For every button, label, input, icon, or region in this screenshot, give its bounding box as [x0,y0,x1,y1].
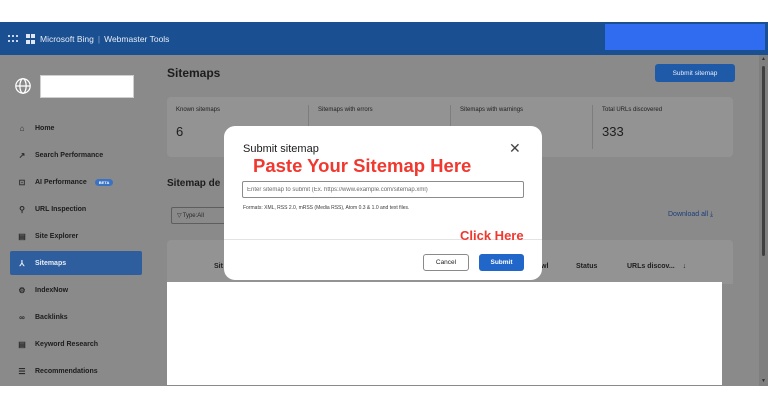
trend-icon: ↗ [18,150,26,160]
sidebar-item-label: Keyword Research [35,340,99,348]
beta-badge: BETA [94,178,114,186]
column-header-status[interactable]: Status [576,263,597,270]
home-icon: ⌂ [19,123,25,133]
sitemap-url-input[interactable] [242,181,524,198]
top-blank-area [0,0,768,22]
sidebar-item-label: Site Explorer [35,232,79,240]
sidebar-item-label: URL Inspection [35,205,87,213]
column-header-urls-discovered[interactable]: URLs discov... ↓ [627,263,686,270]
document-icon: ▤ [18,231,26,241]
type-filter[interactable]: ▽ Type:All [171,207,227,224]
stat-divider [592,105,593,149]
column-header-last-crawl[interactable]: wl [541,263,548,270]
brand-separator: | [97,34,101,44]
formats-note: Formats: XML, RSS 2.0, mRSS (Media RSS),… [243,205,410,211]
close-icon[interactable]: ✕ [509,140,521,157]
sidebar-item-ai-performance[interactable]: ⊡ AI Performance BETA [10,170,142,194]
sidebar-item-label: Home [35,124,55,132]
table-body [167,282,722,385]
microsoft-logo-icon [26,34,36,44]
section-title: Sitemap de [167,178,221,189]
product-name: Webmaster Tools [104,34,170,44]
sidebar-item-recommendations[interactable]: ☰ Recommendations [10,359,142,383]
scrollbar-thumb[interactable] [762,66,765,256]
stat-value: 6 [176,124,184,139]
download-label: Download all [668,211,709,218]
stat-label: Sitemaps with warnings [460,107,524,113]
column-header-sitemap[interactable]: Sit [214,263,223,270]
sidebar-item-site-explorer[interactable]: ▤ Site Explorer [10,224,142,248]
page-title: Sitemaps [167,66,221,80]
filter-icon: ▽ [177,213,182,219]
sidebar-item-label: Backlinks [35,313,68,321]
bottom-blank-area [0,386,768,402]
sidebar-item-search-performance[interactable]: ↗ Search Performance [10,143,142,167]
sidebar-item-label: IndexNow [35,286,69,294]
globe-icon [15,78,31,94]
stat-label: Known sitemaps [176,107,221,113]
submit-sitemap-dialog: Submit sitemap ✕ Paste Your Sitemap Here… [224,126,542,280]
column-label: URLs discov... [627,263,675,270]
site-selector[interactable] [40,75,134,98]
cancel-button[interactable]: Cancel [423,254,469,271]
sort-arrow-icon: ↓ [682,263,687,270]
filter-label: Type:All [182,212,204,219]
annotation-paste-sitemap: Paste Your Sitemap Here [253,155,472,176]
stat-label: Total URLs discovered [602,107,663,113]
document-icon: ▤ [18,339,26,349]
link-icon: ∞ [19,312,25,322]
submit-button[interactable]: Submit [479,254,524,271]
brand-name: Microsoft Bing [40,34,94,44]
stat-value: 333 [602,124,624,139]
sidebar-item-indexnow[interactable]: ⚙ IndexNow [10,278,142,302]
sidebar-item-url-inspection[interactable]: ⚲ URL Inspection [10,197,142,221]
sidebar-item-keyword-research[interactable]: ▤ Keyword Research [10,332,142,356]
list-icon: ☰ [18,366,26,376]
submit-sitemap-button[interactable]: Submit sitemap [655,64,735,82]
gear-icon: ⚙ [18,285,26,295]
download-icon: ⤓ [710,211,714,218]
sidebar-item-home[interactable]: ⌂ Home [10,116,142,140]
dialog-title: Submit sitemap [243,143,319,155]
stat-label: Sitemaps with errors [318,107,373,113]
scroll-up-arrow-icon[interactable]: ▲ [761,56,766,62]
sidebar-item-label: Search Performance [35,151,104,159]
sidebar-item-label: AI Performance [35,178,87,186]
ai-icon: ⊡ [18,177,26,187]
brand-title[interactable]: Microsoft Bing | Webmaster Tools [40,34,169,44]
search-icon: ⚲ [19,204,25,214]
sitemap-icon: ⅄ [19,258,25,268]
redacted-account-area [605,24,765,50]
sidebar-item-sitemaps[interactable]: ⅄ Sitemaps [10,251,142,275]
sidebar-item-label: Sitemaps [35,259,67,267]
app-launcher-icon[interactable] [8,35,18,43]
sidebar-item-label: Recommendations [35,367,98,375]
download-all-link[interactable]: Download all ⤓ [668,211,713,219]
sidebar-item-backlinks[interactable]: ∞ Backlinks [10,305,142,329]
annotation-click-here: Click Here [460,228,524,243]
scroll-down-arrow-icon[interactable]: ▼ [761,378,766,384]
